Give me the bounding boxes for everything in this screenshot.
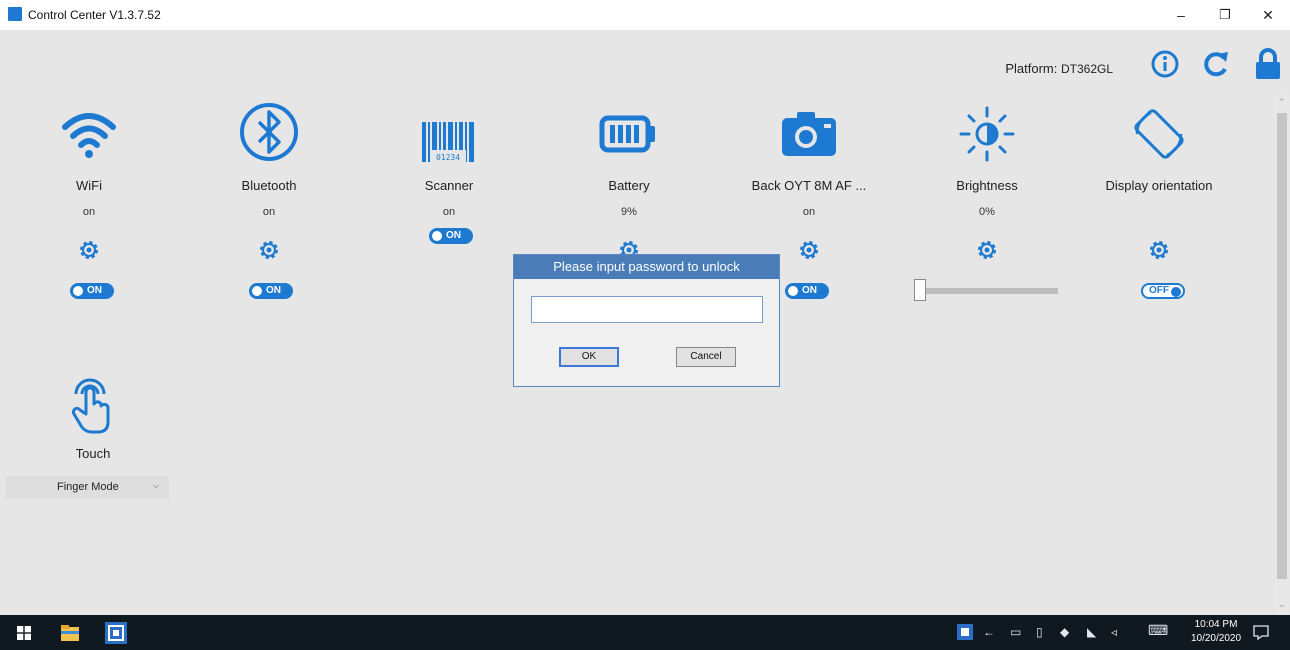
minimize-button[interactable]: – — [1159, 0, 1203, 30]
usb-icon[interactable]: ▯ — [1036, 625, 1043, 639]
toggle-knob — [1171, 287, 1181, 297]
wifi-icon — [62, 113, 116, 158]
clock-date: 10/20/2020 — [1190, 633, 1242, 644]
screen-rotation-icon — [1134, 109, 1184, 159]
network-arrow-icon[interactable]: ← — [983, 625, 995, 639]
platform-info: Platform: DT362GL — [1005, 61, 1113, 76]
lock-icon[interactable] — [1253, 48, 1283, 80]
camera-settings-gear-icon[interactable] — [798, 239, 820, 261]
notifications-icon[interactable] — [1253, 625, 1269, 640]
toggle-text: ON — [446, 230, 461, 241]
battery-label: Battery — [608, 178, 650, 193]
camera-toggle[interactable]: ON — [785, 283, 829, 299]
volume-icon[interactable]: ◃ — [1111, 625, 1117, 639]
battery-status: 9% — [621, 206, 637, 218]
camera-label: Back OYT 8M AF ... — [751, 178, 867, 193]
brightness-status: 0% — [979, 206, 995, 218]
toggle-knob — [252, 286, 262, 296]
brightness-settings-gear-icon[interactable] — [976, 239, 998, 261]
brightness-icon — [959, 106, 1015, 162]
taskbar-clock[interactable]: 10:04 PM 10/20/2020 — [1188, 618, 1244, 646]
touch-mode-dropdown[interactable]: Finger Mode ⌵ — [5, 476, 169, 498]
windows-start-icon[interactable] — [17, 626, 31, 640]
bluetooth-icon — [240, 103, 298, 161]
vertical-scrollbar[interactable]: ⌃ ⌄ — [1275, 95, 1289, 615]
battery-icon — [599, 115, 655, 153]
bluetooth-status: on — [262, 206, 276, 218]
scroll-down-icon[interactable]: ⌄ — [1278, 599, 1286, 610]
platform-label: Platform: — [1005, 61, 1058, 76]
security-shield-icon[interactable]: ◆ — [1060, 625, 1069, 639]
bluetooth-label: Bluetooth — [241, 178, 297, 193]
chevron-down-icon: ⌵ — [152, 481, 159, 490]
toggle-knob — [788, 286, 798, 296]
wifi-toggle[interactable]: ON — [70, 283, 114, 299]
restore-button[interactable]: ❐ — [1203, 0, 1247, 30]
close-button[interactable]: ✕ — [1246, 0, 1290, 30]
ok-button[interactable]: OK — [559, 347, 619, 367]
touch-icon — [71, 378, 110, 434]
dialog-title: Please input password to unlock — [514, 255, 779, 279]
brightness-slider-track[interactable] — [920, 288, 1058, 294]
wifi-tray-icon[interactable]: ◣ — [1087, 625, 1096, 639]
app-icon — [8, 7, 22, 21]
clock-time: 10:04 PM — [1194, 619, 1238, 630]
file-explorer-icon[interactable] — [61, 625, 79, 641]
toggle-text: ON — [266, 285, 281, 296]
info-icon[interactable] — [1150, 48, 1180, 80]
barcode-digits: 01234 — [436, 153, 460, 162]
camera-status: on — [802, 206, 816, 218]
display-orientation-label: Display orientation — [1105, 178, 1213, 193]
brightness-label: Brightness — [956, 178, 1018, 193]
toggle-knob — [432, 231, 442, 241]
scroll-up-icon[interactable]: ⌃ — [1278, 97, 1286, 108]
wifi-status: on — [82, 206, 96, 218]
cancel-button[interactable]: Cancel — [676, 347, 736, 367]
toggle-text: OFF — [1149, 285, 1169, 296]
barcode-scanner-icon: 01234 — [422, 122, 474, 162]
battery-tray-icon[interactable]: ▭ — [1010, 625, 1021, 639]
display-orientation-toggle[interactable]: OFF — [1141, 283, 1185, 299]
title-bar: Control Center V1.3.7.52 – ❐ ✕ — [0, 0, 1290, 30]
toggle-text: ON — [802, 285, 817, 296]
scanner-toggle[interactable]: ON — [429, 228, 473, 244]
bluetooth-toggle[interactable]: ON — [249, 283, 293, 299]
touch-mode-value: Finger Mode — [57, 481, 119, 493]
password-input[interactable] — [531, 296, 763, 323]
scanner-status: on — [442, 206, 456, 218]
bluetooth-settings-gear-icon[interactable] — [258, 239, 280, 261]
keyboard-icon[interactable]: ⌨ — [1148, 622, 1168, 639]
unlock-dialog: Please input password to unlock OK Cance… — [513, 254, 780, 387]
brightness-slider-thumb[interactable] — [914, 279, 926, 301]
scrollbar-thumb[interactable] — [1277, 113, 1287, 579]
toggle-text: ON — [87, 285, 102, 296]
refresh-icon[interactable] — [1200, 48, 1230, 80]
camera-icon — [782, 112, 836, 156]
taskbar: ← ▭ ▯ ◆ ◣ ◃ ⌨ 10:04 PM 10/20/2020 — [0, 615, 1290, 650]
toggle-knob — [73, 286, 83, 296]
control-center-taskbar-icon[interactable] — [105, 622, 127, 644]
scanner-label: Scanner — [424, 178, 474, 193]
platform-value: DT362GL — [1060, 62, 1113, 76]
display-orientation-settings-gear-icon[interactable] — [1148, 239, 1170, 261]
wifi-label: WiFi — [76, 178, 102, 193]
window-title: Control Center V1.3.7.52 — [28, 8, 161, 22]
control-center-tray-icon[interactable] — [957, 624, 973, 640]
touch-label: Touch — [75, 446, 111, 461]
wifi-settings-gear-icon[interactable] — [78, 239, 100, 261]
